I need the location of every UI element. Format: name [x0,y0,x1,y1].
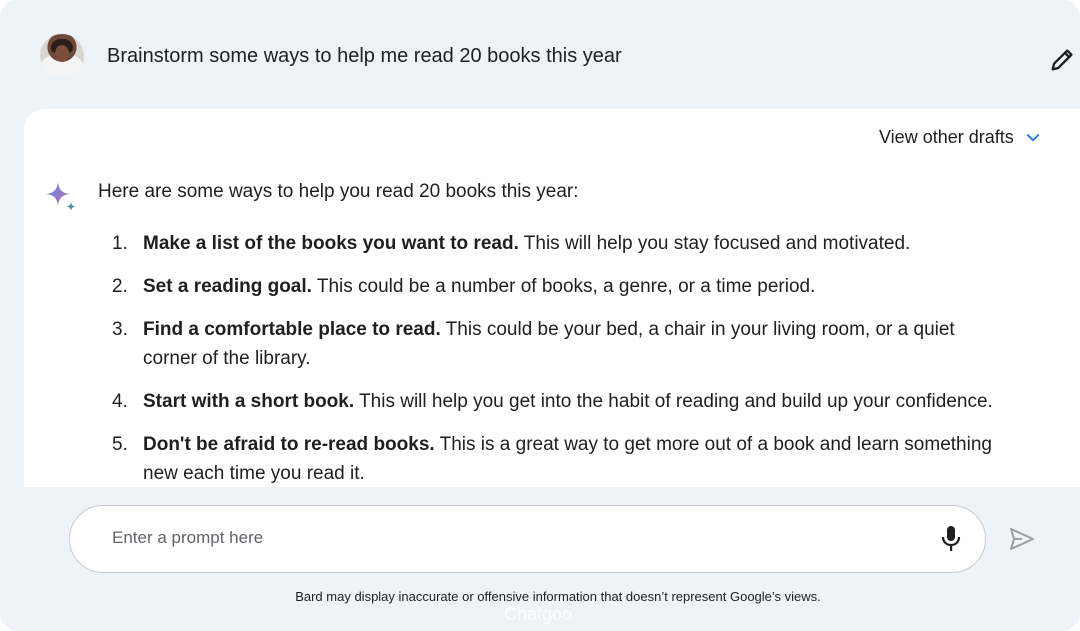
microphone-icon[interactable] [940,525,962,553]
bard-chat-window: Brainstorm some ways to help me read 20 … [0,0,1080,631]
prompt-input-container[interactable] [69,505,986,573]
list-item: 1. Make a list of the books you want to r… [112,229,1012,258]
chevron-down-icon [1026,133,1039,141]
list-item-text: This will help you stay focused and moti… [518,233,911,254]
list-item: 5. Don't be afraid to re-read books. This… [112,430,1012,488]
user-avatar [40,34,84,78]
list-item-bold: Make a list of the books you want to rea… [143,233,519,254]
view-other-drafts-button[interactable]: View other drafts [879,127,1042,148]
list-item-text: This will help you get into the habit of… [354,391,993,412]
list-item-number: 1. [112,233,128,254]
list-item: 4. Start with a short book. This will hel… [112,387,1012,416]
user-prompt-text: Brainstorm some ways to help me read 20 … [107,45,622,67]
avatar-face [55,45,69,62]
list-item-bold: Don't be afraid to re-read books. [143,434,435,455]
list-item-number: 3. [112,319,128,340]
pencil-icon[interactable] [1048,46,1076,74]
watermark-text: Chatgoo [503,604,573,624]
sparkle-icon [46,182,76,211]
prompt-input[interactable] [112,528,892,548]
drafts-label: View other drafts [879,127,1014,147]
list-item-number: 2. [112,276,128,297]
disclaimer-text: Bard may display inaccurate or offensive… [295,589,821,604]
list-item-number: 5. [112,434,128,455]
list-item-number: 4. [112,391,128,412]
user-prompt-row: Brainstorm some ways to help me read 20 … [0,0,1080,110]
list-item-bold: Start with a short book. [143,391,355,412]
list-item: 3. Find a comfortable place to read. This… [112,315,1012,373]
send-icon[interactable] [1008,526,1036,552]
list-item-text: This could be a number of books, a genre… [311,276,816,297]
list-item: 2. Set a reading goal. This could be a nu… [112,272,1012,301]
list-item-bold: Set a reading goal. [143,276,312,297]
response-intro: Here are some ways to help you read 20 b… [98,181,579,202]
list-item-bold: Find a comfortable place to read. [143,319,441,340]
response-list: 1. Make a list of the books you want to r… [112,229,1012,502]
